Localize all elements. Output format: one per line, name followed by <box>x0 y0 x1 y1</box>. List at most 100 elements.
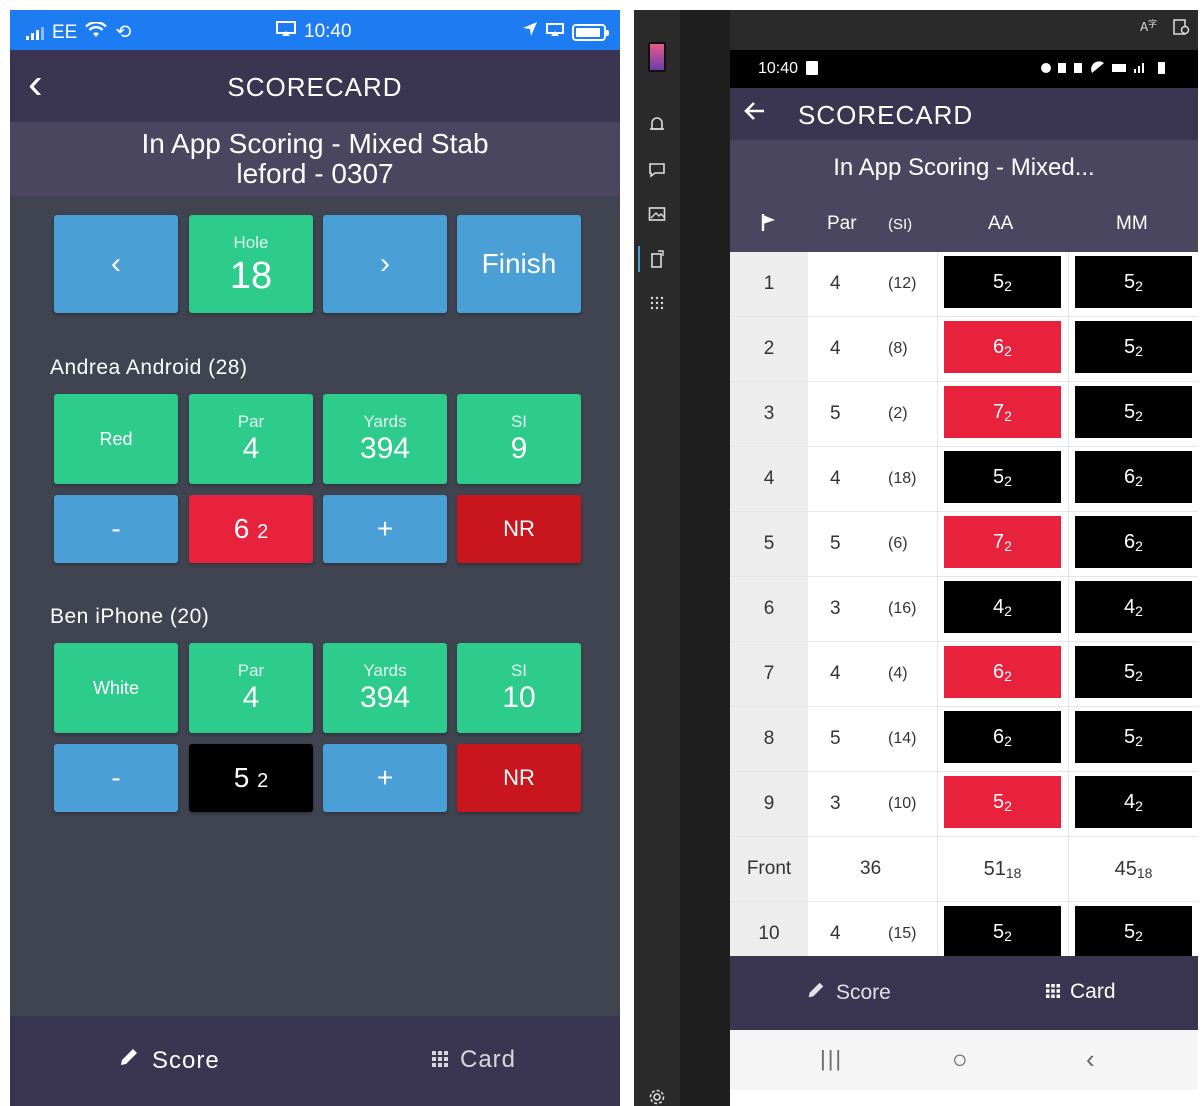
hole-row[interactable]: 3 5 (2) 72 52 <box>730 382 1198 447</box>
score-cell-mm[interactable]: 52 <box>1075 906 1192 958</box>
translate-icon[interactable]: A字 <box>1140 18 1158 41</box>
tab-score[interactable]: Score <box>118 1046 220 1075</box>
column-divider <box>1068 382 1069 446</box>
hole-row[interactable]: 1 4 (12) 52 52 <box>730 252 1198 317</box>
signal-icon <box>26 26 44 40</box>
back-arrow-icon[interactable] <box>740 96 770 131</box>
column-divider <box>937 642 938 706</box>
score-cell-aa[interactable]: 52 <box>944 906 1061 958</box>
score-cell-mm[interactable]: 42 <box>1075 581 1192 633</box>
score-cell-mm[interactable]: 52 <box>1075 711 1192 763</box>
front-nine-total-row: Front 36 5118 4518 <box>730 837 1198 902</box>
competition-title: In App Scoring - Mixed... <box>730 140 1198 196</box>
hole-par: 3 <box>830 793 841 814</box>
ios-header: ‹ SCORECARD <box>10 50 620 122</box>
ios-status-bar: EE ⟲ 10:40 <box>10 10 620 50</box>
hole-stroke-index: (14) <box>888 730 917 747</box>
svg-text:字: 字 <box>1148 18 1157 30</box>
increase-score-button[interactable]: + <box>323 744 447 812</box>
score-cell-aa[interactable]: 52 <box>944 451 1061 503</box>
tee-badge: Red <box>54 394 178 484</box>
score-cell-aa[interactable]: 72 <box>944 386 1061 438</box>
notification-icon <box>806 61 818 75</box>
score-cell-mm[interactable]: 62 <box>1075 451 1192 503</box>
column-divider <box>937 577 938 641</box>
column-si: (SI) <box>888 216 913 233</box>
hole-row[interactable]: 5 5 (6) 72 62 <box>730 512 1198 577</box>
flag-icon <box>760 212 778 238</box>
hole-number: 6 <box>730 577 808 641</box>
score-display: 6 2 <box>189 495 313 563</box>
android-time: 10:40 <box>758 60 799 77</box>
home-button[interactable]: ○ <box>952 1044 968 1075</box>
score-cell-mm[interactable]: 52 <box>1075 256 1192 308</box>
settings-gear-icon[interactable] <box>647 1088 667 1106</box>
phone-thumbnail-icon[interactable] <box>648 42 666 72</box>
hole-row[interactable]: 8 5 (14) 62 52 <box>730 707 1198 772</box>
no-return-button[interactable]: NR <box>457 744 581 812</box>
score-cell-aa[interactable]: 62 <box>944 646 1061 698</box>
hole-row[interactable]: 7 4 (4) 62 52 <box>730 642 1198 707</box>
hole-par: 4 <box>830 338 841 359</box>
finish-button[interactable]: Finish <box>457 215 581 313</box>
pencil-icon <box>118 1046 140 1075</box>
column-divider <box>1068 577 1069 641</box>
pencil-icon <box>806 980 826 1006</box>
image-icon[interactable] <box>647 206 667 226</box>
bell-icon[interactable] <box>647 116 667 136</box>
battery-icon <box>572 23 609 41</box>
column-divider <box>1068 642 1069 706</box>
yards-tile: Yards 394 <box>323 394 447 484</box>
message-icon[interactable] <box>647 162 667 182</box>
score-cell-aa[interactable]: 42 <box>944 581 1061 633</box>
column-divider <box>937 772 938 836</box>
score-cell-aa[interactable]: 72 <box>944 516 1061 568</box>
iphone-screen: EE ⟲ 10:40 ‹ SCORECARD In App Scoring - … <box>10 10 620 1106</box>
tab-score[interactable]: Score <box>806 980 891 1006</box>
recent-apps-button[interactable]: ||| <box>820 1046 843 1072</box>
column-divider <box>937 707 938 771</box>
hole-row[interactable]: 4 4 (18) 52 62 <box>730 447 1198 512</box>
score-cell-mm[interactable]: 42 <box>1075 776 1192 828</box>
android-status-bar: 10:40 <box>730 50 1198 88</box>
tab-card[interactable]: Card <box>1046 980 1116 1004</box>
score-cell-aa[interactable]: 52 <box>944 776 1061 828</box>
nav-back-button[interactable]: ‹ <box>1086 1044 1095 1075</box>
hole-row[interactable]: 2 4 (8) 62 52 <box>730 317 1198 382</box>
rotate-device-icon[interactable] <box>647 250 667 270</box>
score-cell-aa[interactable]: 62 <box>944 711 1061 763</box>
decrease-score-button[interactable]: - <box>54 744 178 812</box>
airplay-small-icon <box>546 21 564 43</box>
player-name: Ben iPhone (20) <box>50 605 210 628</box>
score-cell-aa[interactable]: 52 <box>944 256 1061 308</box>
next-hole-button[interactable]: › <box>323 215 447 313</box>
column-divider <box>1068 512 1069 576</box>
column-divider <box>937 317 938 381</box>
android-header: SCORECARD <box>730 88 1198 140</box>
score-cell-mm[interactable]: 52 <box>1075 646 1192 698</box>
si-tile: SI 10 <box>457 643 581 733</box>
column-divider <box>937 382 938 446</box>
emulator-gutter <box>680 10 730 1106</box>
score-cell-aa[interactable]: 62 <box>944 321 1061 373</box>
increase-score-button[interactable]: + <box>323 495 447 563</box>
si-tile: SI 9 <box>457 394 581 484</box>
column-divider <box>1068 447 1069 511</box>
score-cell-mm[interactable]: 52 <box>1075 321 1192 373</box>
no-return-button[interactable]: NR <box>457 495 581 563</box>
tab-card[interactable]: Card <box>432 1046 516 1074</box>
decrease-score-button[interactable]: - <box>54 495 178 563</box>
hole-number: 2 <box>730 317 808 381</box>
score-cell-mm[interactable]: 52 <box>1075 386 1192 438</box>
hole-row[interactable]: 6 3 (16) 42 42 <box>730 577 1198 642</box>
prev-hole-button[interactable]: ‹ <box>54 215 178 313</box>
front-par-total: 36 <box>860 858 882 879</box>
hole-par: 5 <box>830 533 841 554</box>
column-par: Par <box>827 213 857 234</box>
wifi-icon <box>85 20 108 44</box>
screen-record-icon[interactable] <box>1172 18 1190 41</box>
dots-grid-icon[interactable] <box>647 296 667 316</box>
android-nav-bar: ||| ○ ‹ <box>730 1030 1198 1090</box>
score-cell-mm[interactable]: 62 <box>1075 516 1192 568</box>
hole-row[interactable]: 9 3 (10) 52 42 <box>730 772 1198 837</box>
